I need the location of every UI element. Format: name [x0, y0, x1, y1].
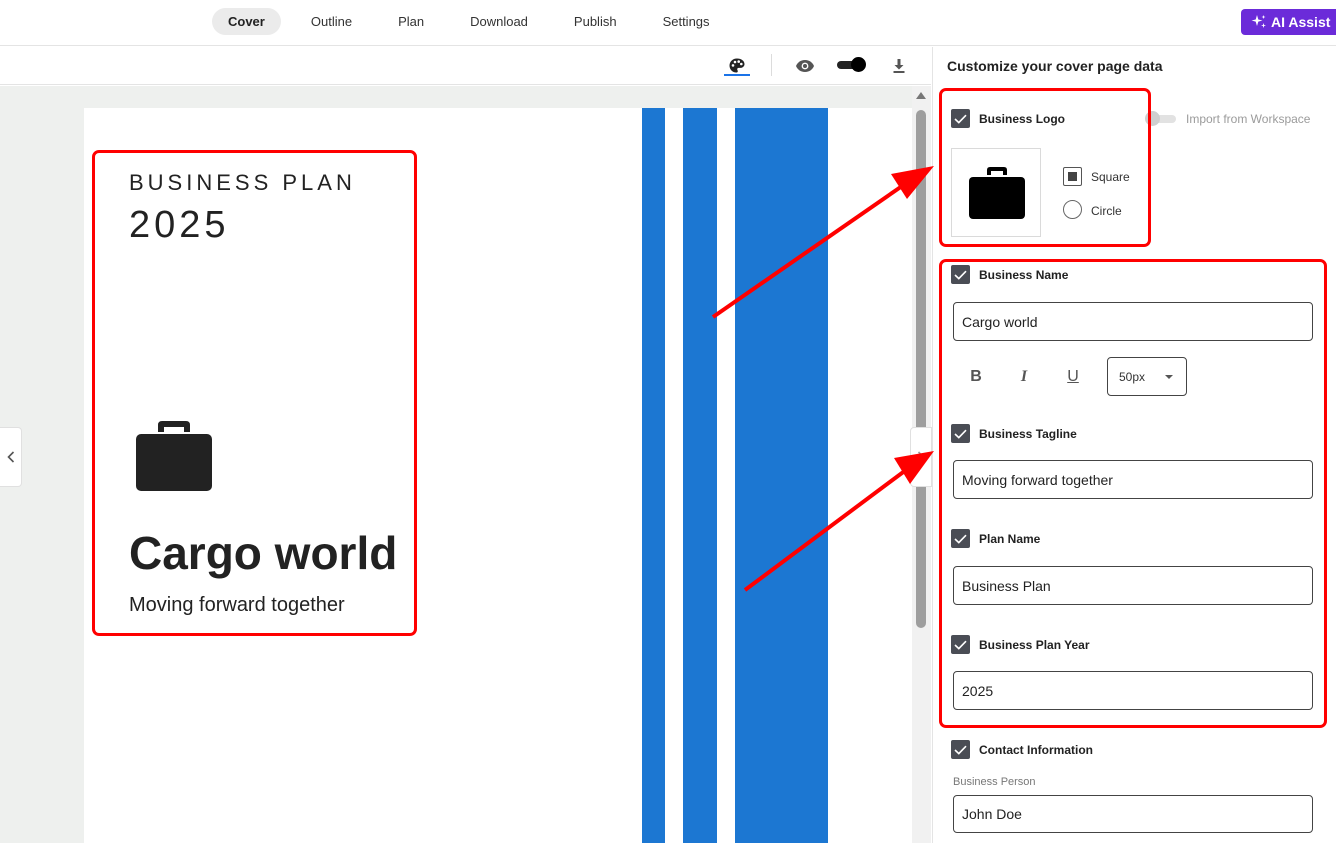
annotation-arrow [743, 468, 908, 592]
arrow-head [891, 166, 934, 199]
annotation-arrows [711, 166, 934, 592]
annotation-arrow [711, 182, 907, 319]
arrow-head [894, 451, 934, 484]
